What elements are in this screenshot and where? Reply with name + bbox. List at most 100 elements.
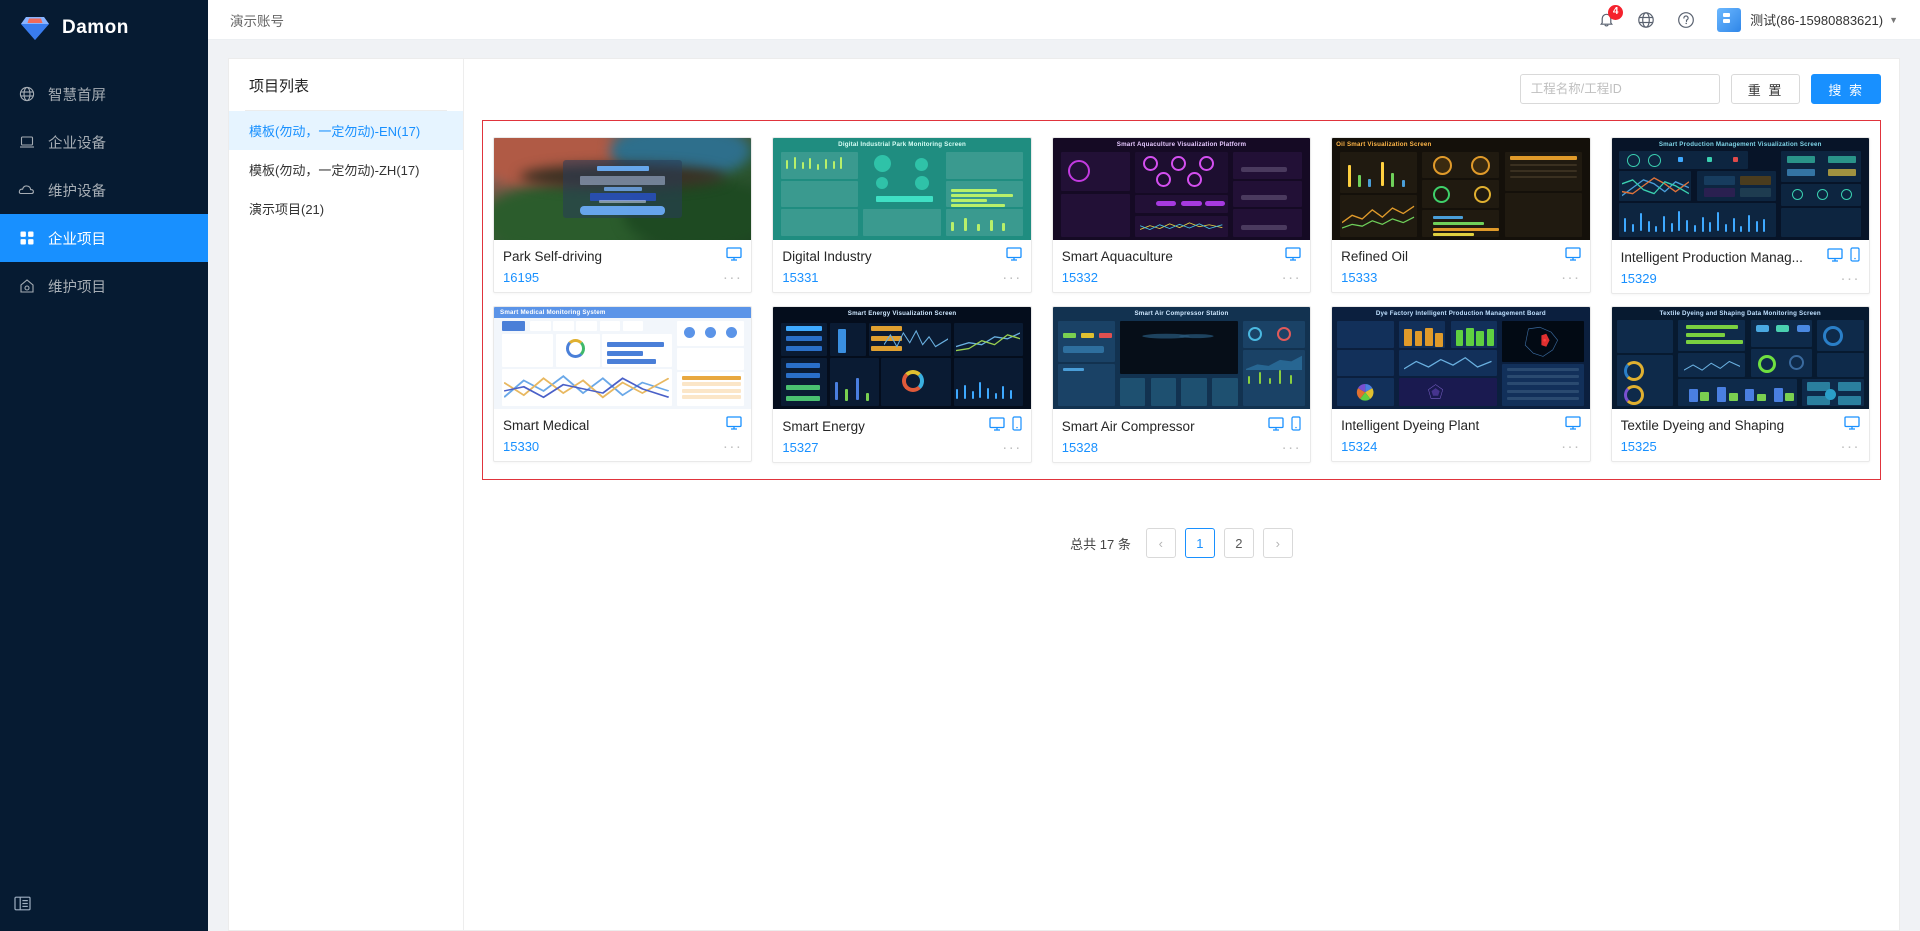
project-card[interactable]: Smart Medical Monitoring System Smart Me… [493,306,753,462]
thumb-art: Oil Smart Visualization Screen [1332,138,1589,240]
card-title: Smart Medical [503,418,590,433]
card-body: Park Self-driving 16195 ··· [494,240,751,292]
card-more-button[interactable]: ··· [1002,440,1022,455]
sidebar-collapse-button[interactable] [0,881,208,931]
card-thumbnail[interactable]: Digital Industrial Park Monitoring Scree… [773,138,1031,240]
card-more-button[interactable]: ··· [1002,270,1022,285]
card-id[interactable]: 15329 [1621,271,1657,286]
desktop-icon[interactable] [726,416,743,435]
thumb-art: Digital Industrial Park Monitoring Scree… [773,138,1030,240]
pagination-page-1[interactable]: 1 [1184,528,1215,558]
pagination-page-2[interactable]: 2 [1223,528,1254,558]
sidebar-nav: 智慧首屏 企业设备 维护设备 企业项目 维护项目 [0,70,208,881]
project-card[interactable]: Textile Dyeing and Shaping Data Monitori… [1610,306,1870,462]
user-menu[interactable]: 测试(86-15980883621) ▼ [1717,7,1898,32]
bell-icon[interactable]: 4 [1598,5,1624,28]
thumb-art: Smart Energy Visualization Screen [773,307,1030,409]
mobile-icon[interactable] [1850,247,1860,267]
desktop-icon[interactable] [989,416,1005,436]
sidebar-item-maintenance-devices[interactable]: 维护设备 [0,166,208,214]
brand-logo[interactable]: Damon [0,0,208,56]
card-more-button[interactable]: ··· [1282,270,1302,285]
language-globe-icon[interactable] [1637,11,1655,29]
user-name: 测试(86-15980883621) [1750,13,1884,28]
card-more-button[interactable]: ··· [1561,439,1581,454]
project-card[interactable]: Park Self-driving 16195 ··· [493,137,753,293]
desktop-icon[interactable] [1564,416,1581,435]
mobile-icon[interactable] [1291,416,1301,436]
project-card[interactable]: Oil Smart Visualization Screen Refined O… [1331,137,1591,293]
sidebar-item-label: 企业项目 [48,231,106,248]
desktop-icon[interactable] [1564,247,1581,266]
card-title: Smart Aquaculture [1061,249,1173,264]
sidebar-item-maintenance-projects[interactable]: 维护项目 [0,262,208,310]
card-thumbnail[interactable]: Smart Air Compressor Station [1052,307,1311,409]
card-body: Refined Oil 15333 ··· [1332,240,1589,292]
project-list-item-template-en[interactable]: 模板(勿动，一定勿动)-EN(17) [229,111,463,150]
sidebar-item-enterprise-devices[interactable]: 企业设备 [0,118,208,166]
card-id[interactable]: 15327 [782,440,818,455]
project-item-label: 模板(勿动，一定勿动)-ZH(17) [249,163,420,178]
card-thumbnail[interactable]: Oil Smart Visualization Screen [1332,138,1590,240]
card-cell: Oil Smart Visualization Screen Refined O… [1321,131,1600,300]
help-question-icon[interactable] [1677,11,1695,29]
search-toolbar: 重 置 搜 索 [464,59,1899,104]
app-root: Damon 智慧首屏 企业设备 维护设备 企业项目 维护项目 演示账号 4 测试… [0,0,1920,931]
reset-button[interactable]: 重 置 [1730,74,1801,104]
card-body: Smart Aquaculture 15332 ··· [1053,240,1310,292]
pagination-next-button[interactable]: › [1262,528,1293,558]
card-thumbnail[interactable]: Smart Production Management Visualizatio… [1611,138,1869,240]
card-body: Intelligent Dyeing Plant 15324 ··· [1332,409,1589,461]
pagination-prev-button[interactable]: ‹ [1145,528,1176,558]
content-panel: 项目列表 模板(勿动，一定勿动)-EN(17) 模板(勿动，一定勿动)-ZH(1… [228,58,1900,931]
project-card[interactable]: Digital Industrial Park Monitoring Scree… [772,137,1032,293]
card-thumbnail[interactable]: Textile Dyeing and Shaping Data Monitori… [1611,307,1869,409]
project-list-item-template-zh[interactable]: 模板(勿动，一定勿动)-ZH(17) [229,150,463,189]
desktop-icon[interactable] [1268,416,1284,436]
card-id[interactable]: 15331 [782,270,818,285]
project-card[interactable]: Smart Aquaculture Visualization Platform [1051,137,1312,293]
card-more-button[interactable]: ··· [1840,271,1860,286]
card-thumbnail[interactable] [494,138,752,240]
desktop-icon[interactable] [726,247,743,266]
desktop-icon[interactable] [1844,416,1860,435]
project-card[interactable]: Smart Production Management Visualizatio… [1610,137,1870,294]
card-body: Smart Medical 15330 ··· [494,409,751,461]
project-card[interactable]: Dye Factory Intelligent Production Manag… [1331,306,1591,462]
sidebar-item-enterprise-projects[interactable]: 企业项目 [0,214,208,262]
project-card[interactable]: Smart Energy Visualization Screen Smart … [772,306,1032,463]
card-thumbnail[interactable]: Smart Aquaculture Visualization Platform [1052,138,1311,240]
card-thumbnail[interactable]: Smart Energy Visualization Screen [773,307,1031,409]
card-more-button[interactable]: ··· [1561,270,1581,285]
card-cell: Smart Production Management Visualizatio… [1601,131,1880,300]
card-more-button[interactable]: ··· [1840,439,1860,454]
card-title: Smart Air Compressor [1061,418,1195,434]
search-button[interactable]: 搜 索 [1811,74,1881,104]
globe-icon [18,86,35,103]
card-more-button[interactable]: ··· [723,270,743,285]
card-id[interactable]: 15333 [1341,270,1377,285]
project-card[interactable]: Smart Air Compressor Station Smart Air C… [1051,306,1312,463]
project-item-label: 演示项目(21) [249,202,325,217]
sidebar-item-smart-home[interactable]: 智慧首屏 [0,70,208,118]
thumb-art: Textile Dyeing and Shaping Data Monitori… [1612,307,1869,409]
card-more-button[interactable]: ··· [723,439,743,454]
desktop-icon[interactable] [1006,247,1022,266]
thumb-art: Smart Medical Monitoring System [494,307,752,409]
project-list-item-demo[interactable]: 演示项目(21) [229,189,463,228]
card-thumbnail[interactable]: Smart Medical Monitoring System [494,307,752,409]
card-id[interactable]: 15330 [503,439,539,454]
card-id[interactable]: 16195 [503,270,539,285]
desktop-icon[interactable] [1827,247,1843,267]
card-id[interactable]: 15328 [1062,440,1098,455]
thumb-screen-title: Smart Production Management Visualizatio… [1658,141,1822,148]
desktop-icon[interactable] [1285,247,1301,266]
platform-icons [1268,416,1301,436]
card-thumbnail[interactable]: Dye Factory Intelligent Production Manag… [1332,307,1590,409]
card-id[interactable]: 15324 [1341,439,1377,454]
mobile-icon[interactable] [1012,416,1022,436]
card-id[interactable]: 15332 [1062,270,1098,285]
card-more-button[interactable]: ··· [1282,440,1302,455]
search-input[interactable] [1519,74,1720,104]
card-id[interactable]: 15325 [1621,439,1657,454]
